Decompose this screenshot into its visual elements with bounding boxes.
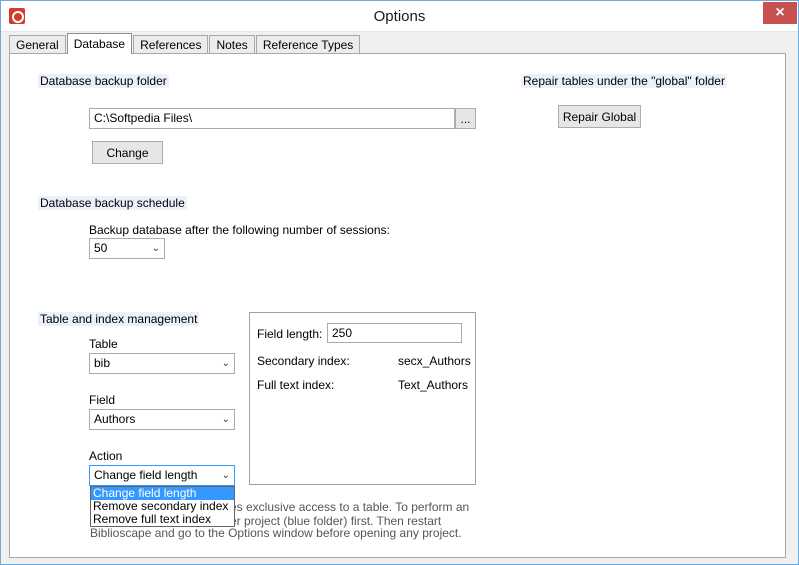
chevron-down-icon: ⌄ [221, 358, 230, 369]
tab-reference-types[interactable]: Reference Types [255, 35, 361, 54]
field-info-groupbox: Field length: 250 Secondary index: secx_… [249, 312, 476, 485]
table-select-value: bib [94, 356, 111, 370]
chevron-down-icon: ⌄ [221, 414, 230, 425]
field-label: Field [89, 393, 116, 407]
repair-section-label: Repair tables under the "global" folder [521, 74, 727, 88]
tab-strip: General Database References Notes Refere… [9, 33, 361, 54]
window-title: Options [373, 8, 426, 25]
chevron-down-icon: ⌄ [151, 243, 160, 254]
field-length-label: Field length: [257, 327, 323, 341]
repair-global-button[interactable]: Repair Global [558, 105, 641, 128]
action-select-value: Change field length [94, 468, 198, 482]
field-length-input[interactable]: 250 [327, 323, 462, 343]
secondary-index-label: Secondary index: [257, 354, 350, 368]
action-select[interactable]: Change field length ⌄ [89, 465, 235, 486]
note-line-3: Biblioscape and go to the Options window… [90, 526, 462, 540]
tab-references[interactable]: References [133, 35, 209, 54]
action-label: Action [89, 449, 123, 463]
backup-sessions-select[interactable]: 50 ⌄ [89, 238, 165, 259]
full-text-index-value: Text_Authors [398, 378, 469, 392]
secondary-index-value: secx_Authors [398, 354, 471, 368]
chevron-down-icon: ⌄ [221, 470, 230, 481]
backup-folder-section-label: Database backup folder [38, 74, 169, 88]
change-folder-button[interactable]: Change [92, 141, 163, 164]
backup-sessions-value: 50 [94, 241, 108, 255]
browse-folder-button[interactable]: ... [455, 108, 476, 129]
backup-schedule-section-label: Database backup schedule [38, 196, 187, 210]
options-window: Options × General Database References No… [0, 0, 799, 565]
tab-database[interactable]: Database [66, 33, 133, 54]
table-select[interactable]: bib ⌄ [89, 353, 235, 374]
field-select[interactable]: Authors ⌄ [89, 409, 235, 430]
tab-notes[interactable]: Notes [209, 35, 255, 54]
full-text-index-label: Full text index: [257, 378, 335, 392]
table-mgmt-section-label: Table and index management [38, 312, 200, 326]
table-label: Table [89, 337, 118, 351]
note-line-1: es exclusive access to a table. To perfo… [230, 500, 470, 514]
tab-general[interactable]: General [9, 35, 66, 54]
action-dropdown-list: Change field length Remove secondary ind… [90, 486, 235, 527]
action-option-remove-full-text[interactable]: Remove full text index [91, 513, 234, 526]
title-bar: Options × [1, 1, 798, 32]
close-button[interactable]: × [763, 2, 797, 24]
field-select-value: Authors [94, 412, 136, 426]
backup-sessions-prompt: Backup database after the following numb… [89, 223, 390, 237]
backup-folder-input[interactable]: C:\Softpedia Files\ [89, 108, 455, 129]
database-tab-panel: Database backup folder C:\Softpedia File… [9, 53, 786, 558]
